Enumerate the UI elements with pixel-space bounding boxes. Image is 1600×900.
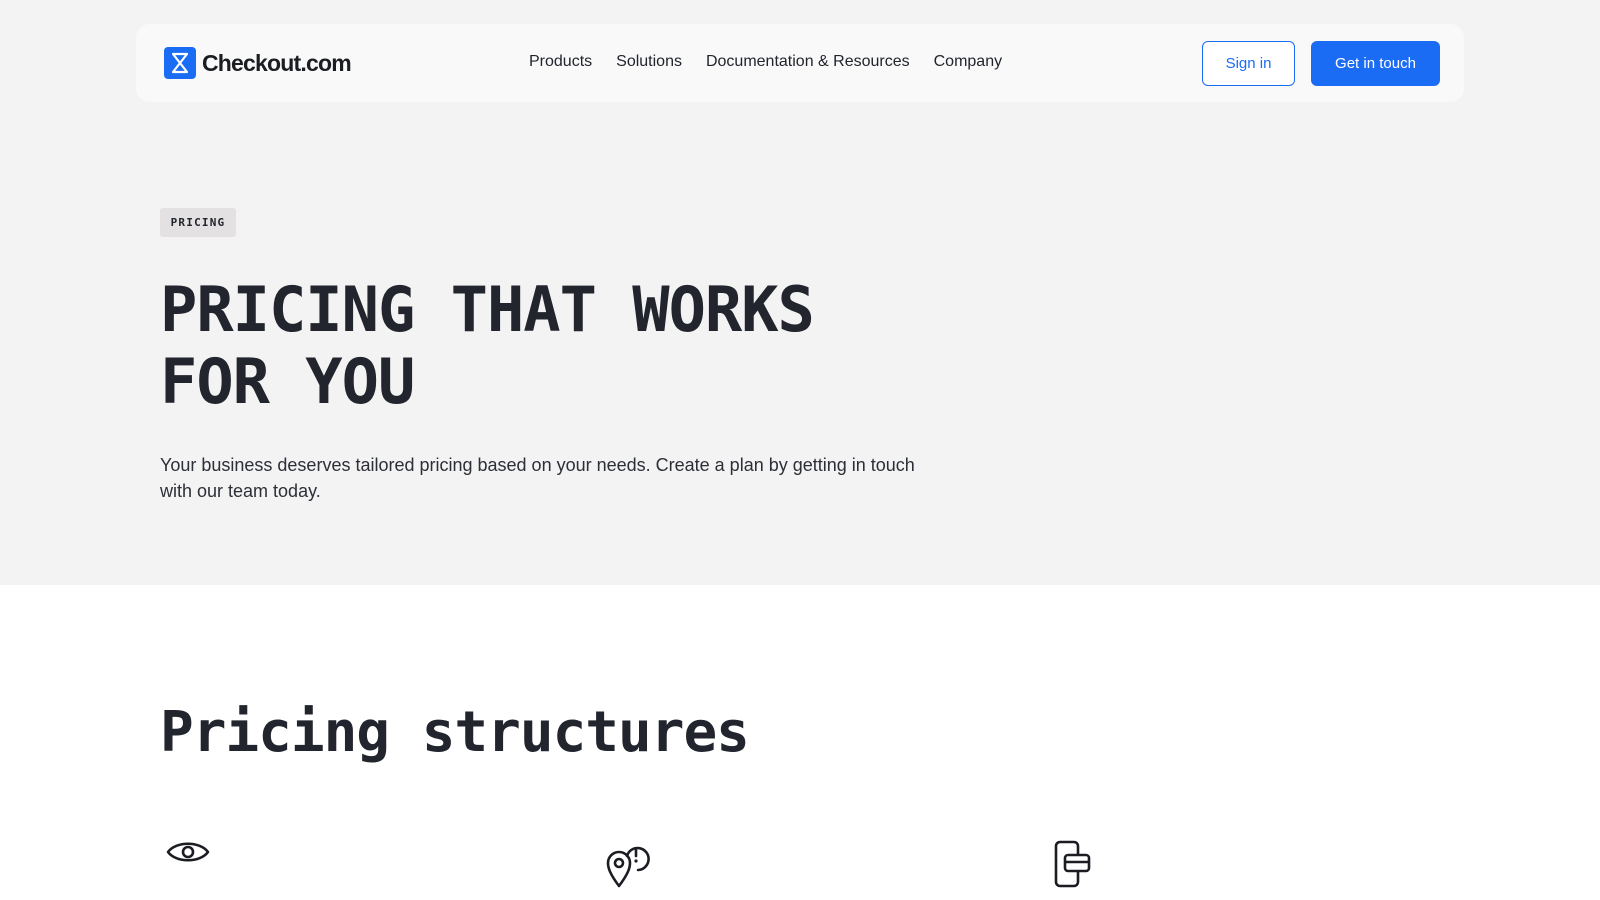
sign-in-button[interactable]: Sign in — [1202, 41, 1295, 86]
checkout-logo-icon — [164, 47, 196, 79]
nav-item-solutions[interactable]: Solutions — [616, 53, 682, 71]
brand-logo[interactable]: Checkout.com — [164, 47, 352, 79]
hero-title-line-1: PRICING THAT WORKS — [160, 273, 815, 346]
hero-subtitle: Your business deserves tailored pricing … — [160, 455, 915, 501]
nav-item-company[interactable]: Company — [934, 53, 1002, 71]
brand-name: Checkout.com — [202, 49, 352, 76]
hero-title: PRICING THAT WORKS FOR YOU — [160, 274, 940, 418]
pricing-structures-title: Pricing structures — [160, 700, 750, 765]
pricing-badge: PRICING — [160, 208, 236, 237]
get-in-touch-button[interactable]: Get in touch — [1311, 41, 1440, 86]
main-nav: Products Solutions Documentation & Resou… — [529, 53, 1002, 71]
eye-icon — [166, 838, 210, 871]
nav-item-products[interactable]: Products — [529, 53, 592, 71]
navbar: Checkout.com Products Solutions Document… — [136, 24, 1464, 102]
location-pin-alert-icon — [606, 840, 650, 893]
phone-card-icon — [1053, 840, 1093, 893]
nav-item-documentation-resources[interactable]: Documentation & Resources — [706, 53, 910, 71]
hero-title-line-2: FOR YOU — [160, 345, 415, 418]
